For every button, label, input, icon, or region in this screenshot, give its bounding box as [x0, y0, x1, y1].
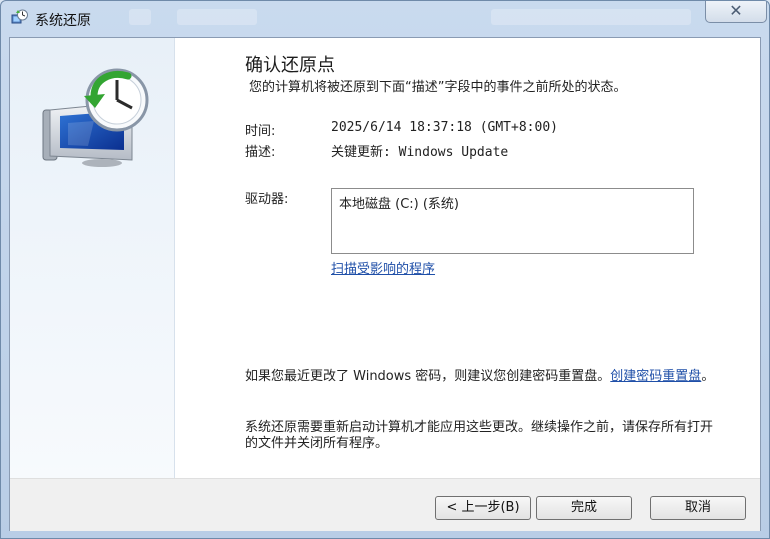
dialog-client-area: 确认还原点 您的计算机将被还原到下面“描述”字段中的事件之前所处的状态。 时间:… [9, 37, 761, 531]
cancel-button[interactable]: 取消 [650, 496, 746, 520]
content-panel: 确认还原点 您的计算机将被还原到下面“描述”字段中的事件之前所处的状态。 时间:… [245, 38, 745, 478]
password-note: 如果您最近更改了 Windows 密码，则建议您创建密码重置盘。创建密码重置盘。 [245, 369, 715, 385]
page-title: 确认还原点 [245, 55, 335, 76]
password-note-end: 。 [701, 369, 715, 384]
description-label: 描述: [245, 145, 276, 160]
background-window-ghost [129, 9, 151, 25]
scan-affected-programs-link[interactable]: 扫描受影响的程序 [331, 258, 435, 277]
system-restore-window: 系统还原 ✕ 确认还原点 您的计算机将被还原到下面“描述”字段中的事件之前所处的… [0, 0, 770, 539]
window-title: 系统还原 [35, 13, 91, 29]
background-window-ghost [491, 9, 691, 25]
system-restore-icon [42, 68, 149, 167]
password-note-text: 如果您最近更改了 Windows 密码，则建议您创建密码重置盘。 [245, 369, 611, 384]
left-panel [10, 38, 175, 478]
background-window-ghost [177, 9, 257, 25]
description-value: 关键更新: Windows Update [331, 145, 509, 160]
drive-list-item[interactable]: 本地磁盘 (C:) (系统) [339, 193, 459, 212]
finish-button[interactable]: 完成 [536, 496, 632, 520]
time-label: 时间: [245, 124, 276, 139]
system-restore-app-icon [11, 9, 28, 24]
time-value: 2025/6/14 18:37:18 (GMT+8:00) [331, 120, 558, 135]
page-subtitle: 您的计算机将被还原到下面“描述”字段中的事件之前所处的状态。 [249, 80, 627, 95]
create-password-reset-disk-link[interactable]: 创建密码重置盘 [610, 369, 701, 384]
button-bar: < 上一步(B) 完成 取消 [10, 478, 760, 531]
back-button[interactable]: < 上一步(B) [435, 496, 531, 520]
title-bar[interactable]: 系统还原 ✕ [1, 1, 769, 37]
close-icon: ✕ [729, 1, 743, 20]
close-button[interactable]: ✕ [705, 1, 767, 23]
drive-list[interactable]: 本地磁盘 (C:) (系统) [331, 188, 694, 254]
drive-label: 驱动器: [245, 192, 289, 207]
restart-note: 系统还原需要重新启动计算机才能应用这些更改。继续操作之前，请保存所有打开的文件并… [245, 420, 714, 451]
